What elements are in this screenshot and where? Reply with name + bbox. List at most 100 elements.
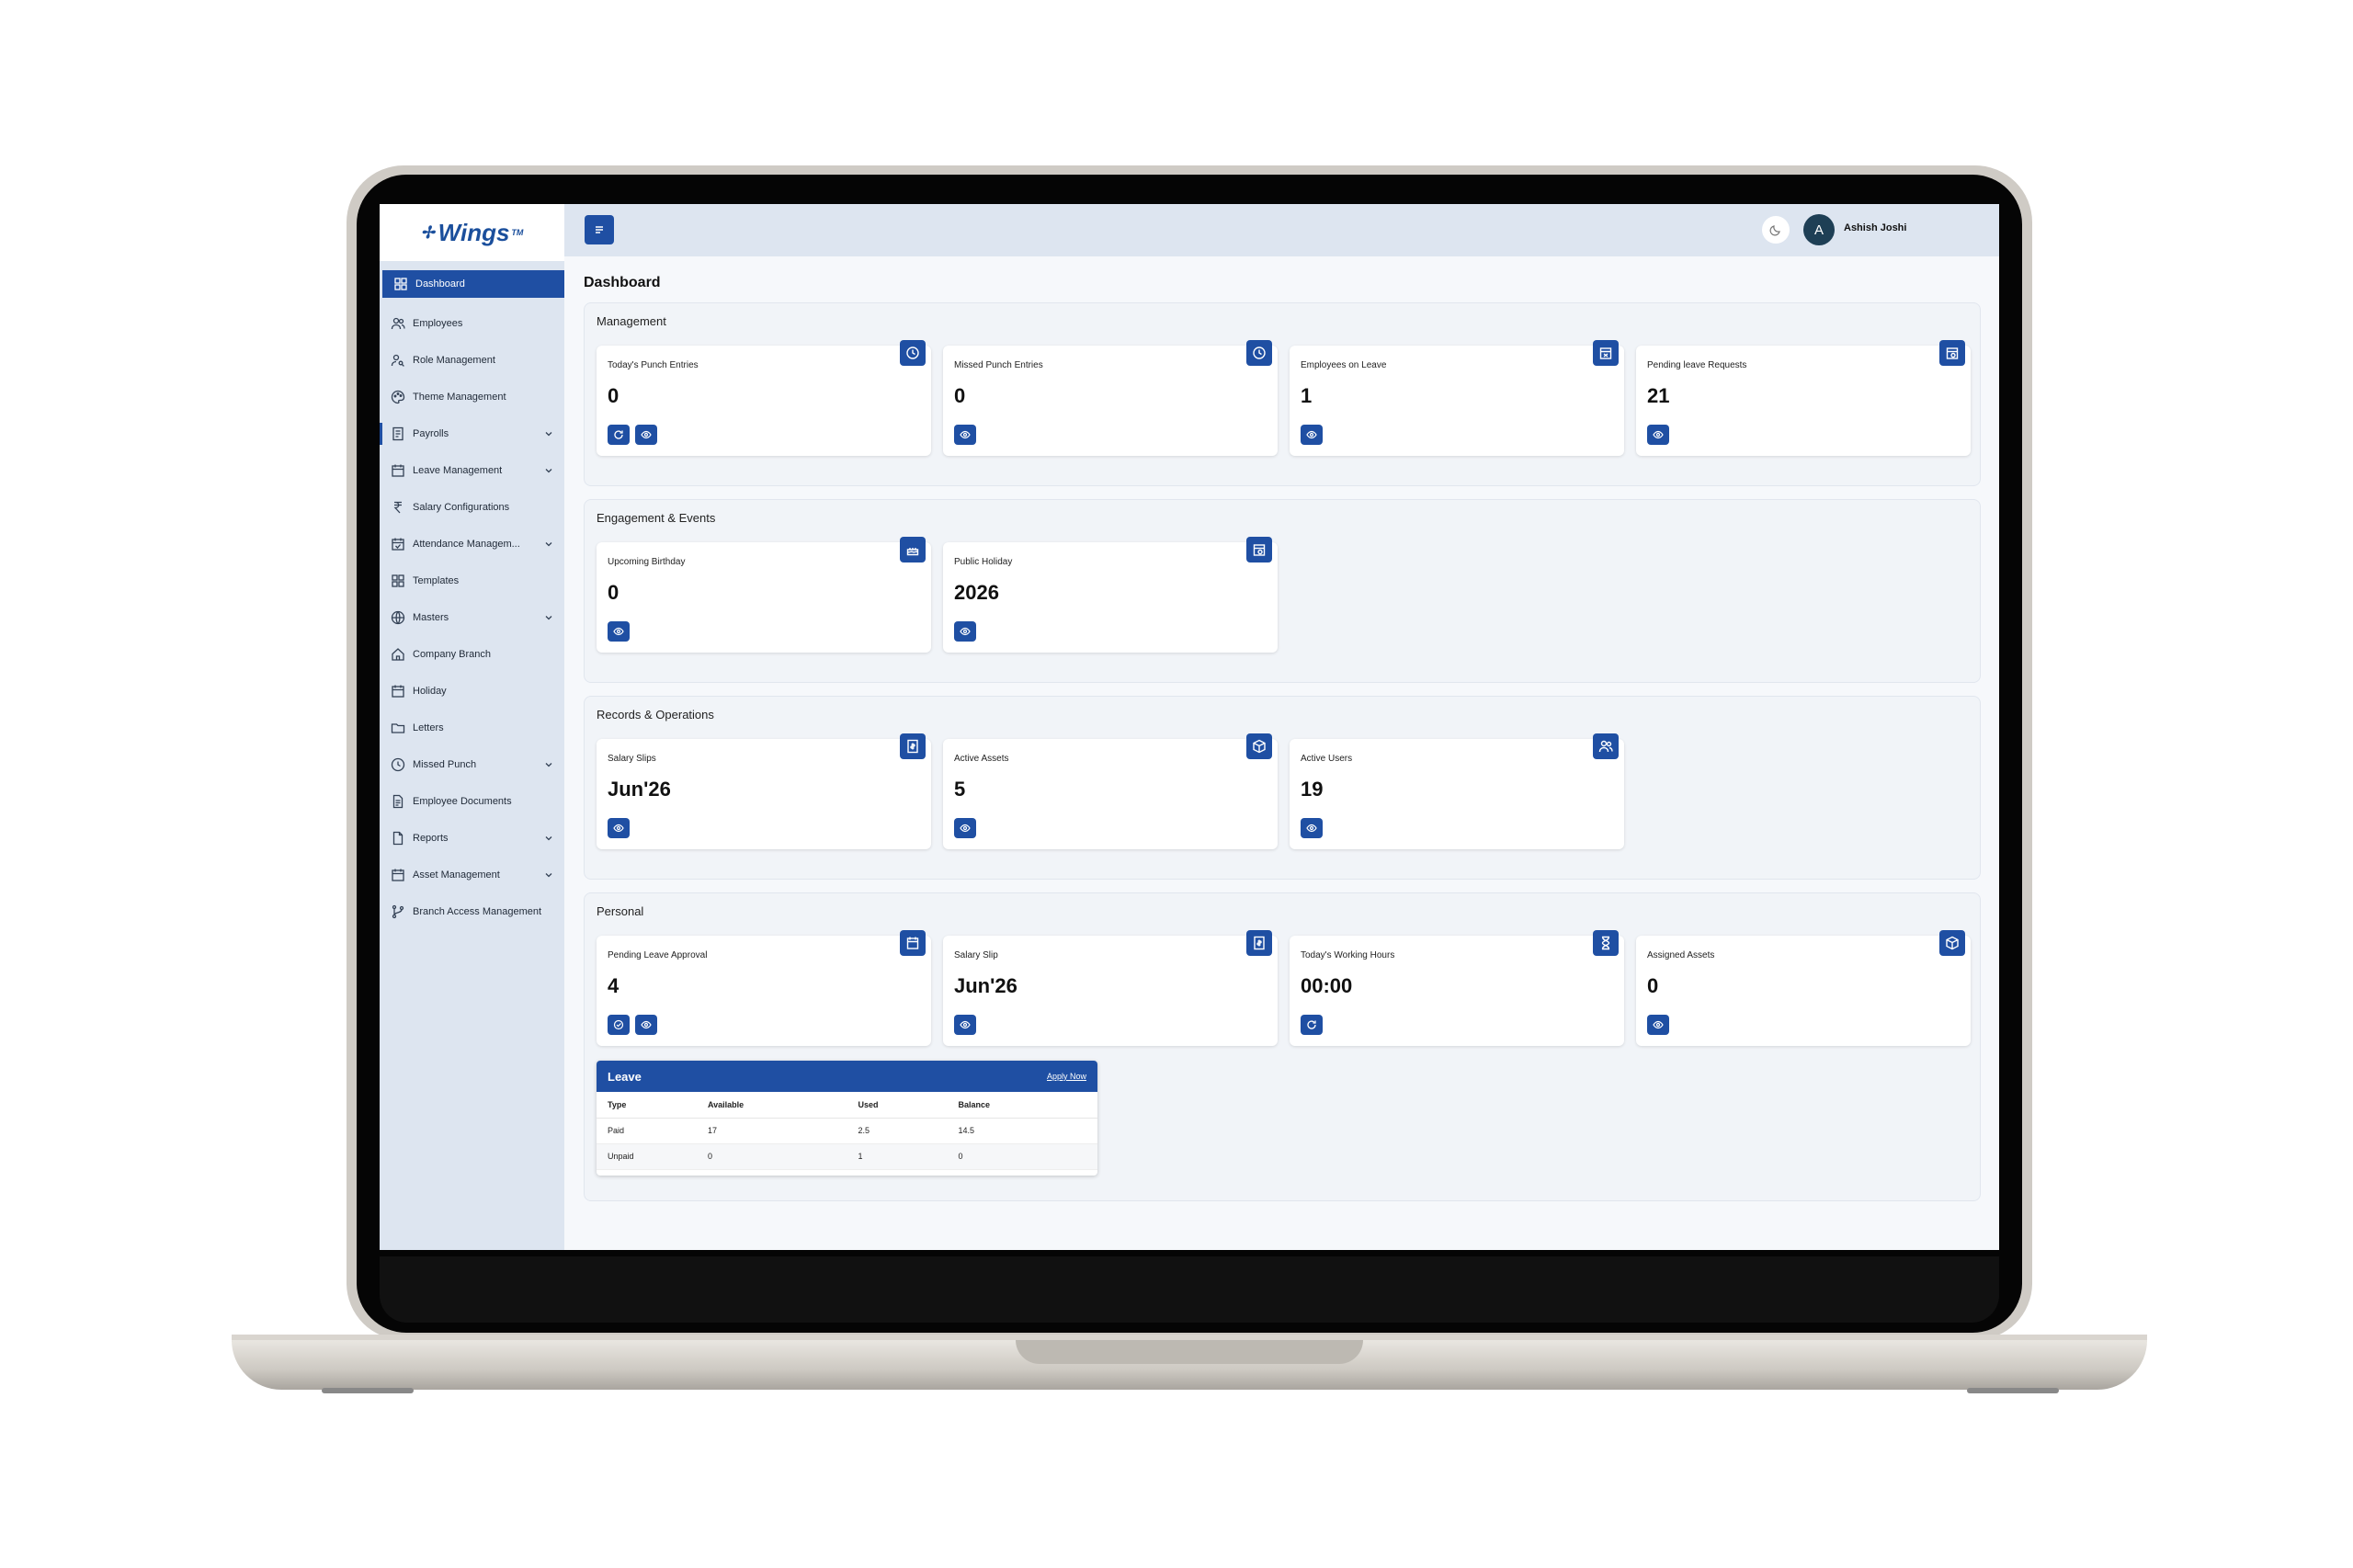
sidebar-item-templates[interactable]: Templates	[380, 562, 564, 599]
view-button[interactable]	[954, 1015, 976, 1035]
stat-card: Salary Slip Jun'26	[943, 930, 1278, 1046]
card-value: 1	[1301, 384, 1313, 407]
section-title: Engagement & Events	[597, 511, 716, 525]
users-icon	[1593, 733, 1619, 759]
grid-icon	[394, 278, 407, 290]
eye-icon	[641, 430, 652, 439]
user-name[interactable]: Ashish Joshi	[1844, 222, 1906, 233]
table-cell: 14.5	[947, 1118, 1097, 1144]
card-label: Employees on Leave	[1301, 360, 1387, 370]
sidebar-item-label: Theme Management	[413, 392, 506, 403]
chevron-down-icon[interactable]	[544, 760, 553, 769]
sidebar-item-attendance-management[interactable]: Attendance Managem...	[380, 526, 564, 562]
app-logo[interactable]: ✢ Wings TM	[380, 204, 564, 261]
apply-now-link[interactable]: Apply Now	[1047, 1072, 1086, 1081]
box-icon	[1246, 733, 1272, 759]
chevron-down-icon[interactable]	[544, 834, 553, 843]
calendar-x-icon	[1593, 340, 1619, 366]
theme-toggle-button[interactable]	[1762, 216, 1790, 244]
sidebar-item-masters[interactable]: Masters	[380, 599, 564, 636]
stat-card: Pending leave Requests 21	[1636, 340, 1971, 456]
sidebar-item-company-branch[interactable]: Company Branch	[380, 636, 564, 673]
view-button[interactable]	[954, 818, 976, 838]
approve-button[interactable]	[608, 1015, 630, 1035]
receipt-icon	[392, 426, 404, 441]
sidebar-item-reports[interactable]: Reports	[380, 820, 564, 857]
sidebar-item-letters[interactable]: Letters	[380, 710, 564, 746]
users-icon	[391, 317, 405, 330]
view-button[interactable]	[954, 425, 976, 445]
view-button[interactable]	[954, 621, 976, 642]
column-header: Balance	[947, 1092, 1097, 1119]
eye-icon	[613, 627, 624, 636]
sidebar-item-label: Missed Punch	[413, 759, 477, 770]
sidebar-item-leave-management[interactable]: Leave Management	[380, 452, 564, 489]
view-button[interactable]	[608, 818, 630, 838]
stat-card: Assigned Assets 0	[1636, 930, 1971, 1046]
refresh-button[interactable]	[1301, 1015, 1323, 1035]
main-content: Dashboard Management Today's Punch Entri…	[564, 256, 1999, 1250]
sidebar-item-label: Role Management	[413, 355, 495, 366]
stat-card: Salary Slips Jun'26	[597, 733, 931, 849]
clock-refresh-icon	[1246, 340, 1272, 366]
sidebar-item-label: Reports	[413, 833, 449, 844]
chevron-down-icon[interactable]	[544, 870, 553, 880]
card-label: Active Assets	[954, 754, 1009, 764]
sidebar-item-employees[interactable]: Employees	[380, 305, 564, 342]
sidebar-item-branch-access-management[interactable]: Branch Access Management	[380, 893, 564, 930]
sidebar-nav: Dashboard Employees Role Management Them…	[380, 261, 564, 930]
sidebar-item-dashboard[interactable]: Dashboard	[382, 270, 564, 298]
refresh-icon	[1307, 1020, 1316, 1029]
page-title: Dashboard	[584, 275, 661, 290]
invoice-icon	[1246, 930, 1272, 956]
view-button[interactable]	[1301, 818, 1323, 838]
chevron-down-icon[interactable]	[544, 613, 553, 622]
engagement-section: Engagement & Events Upcoming Birthday 0 …	[584, 499, 1981, 683]
leave-title: Leave	[608, 1069, 642, 1084]
sidebar-item-salary-configurations[interactable]: Salary Configurations	[380, 489, 564, 526]
refresh-button[interactable]	[608, 425, 630, 445]
calendar-check-icon	[392, 538, 404, 551]
view-button[interactable]	[1647, 1015, 1669, 1035]
sidebar-item-payrolls[interactable]: Payrolls	[380, 415, 564, 452]
card-value: 5	[954, 778, 966, 801]
sidebar-item-missed-punch[interactable]: Missed Punch	[380, 746, 564, 783]
sidebar-item-role-management[interactable]: Role Management	[380, 342, 564, 379]
sidebar-item-label: Company Branch	[413, 649, 491, 660]
card-value: 0	[608, 384, 620, 407]
calendar-icon	[392, 869, 404, 881]
sidebar-item-employee-documents[interactable]: Employee Documents	[380, 783, 564, 820]
topbar: A Ashish Joshi	[564, 204, 1999, 256]
menu-icon	[596, 226, 603, 233]
table-cell: 1	[847, 1143, 948, 1170]
chevron-down-icon[interactable]	[544, 466, 553, 475]
sidebar-item-holiday[interactable]: Holiday	[380, 673, 564, 710]
card-label: Today's Working Hours	[1301, 950, 1395, 960]
card-label: Salary Slips	[608, 754, 656, 764]
menu-toggle-button[interactable]	[585, 215, 614, 244]
card-value: 21	[1647, 384, 1670, 407]
card-value: 0	[954, 384, 966, 407]
chevron-down-icon[interactable]	[544, 429, 553, 438]
view-button[interactable]	[635, 1015, 657, 1035]
stat-card: Active Users 19	[1290, 733, 1624, 849]
moon-icon	[1769, 225, 1780, 236]
avatar[interactable]: A	[1803, 214, 1835, 245]
chevron-down-icon[interactable]	[544, 540, 553, 549]
stat-card: Employees on Leave 1	[1290, 340, 1624, 456]
sidebar-item-label: Employees	[413, 318, 463, 329]
clock-icon	[391, 757, 405, 772]
view-button[interactable]	[635, 425, 657, 445]
card-value: 2026	[954, 581, 999, 604]
laptop-foot-right	[1967, 1388, 2059, 1393]
view-button[interactable]	[1301, 425, 1323, 445]
sidebar-item-theme-management[interactable]: Theme Management	[380, 379, 564, 415]
rupee-icon	[393, 501, 402, 514]
eye-icon	[1653, 430, 1664, 439]
sidebar-item-asset-management[interactable]: Asset Management	[380, 857, 564, 893]
view-button[interactable]	[1647, 425, 1669, 445]
management-section: Management Today's Punch Entries 0 Misse…	[584, 302, 1981, 486]
eye-icon	[960, 430, 971, 439]
view-button[interactable]	[608, 621, 630, 642]
card-value: 0	[1647, 974, 1659, 997]
